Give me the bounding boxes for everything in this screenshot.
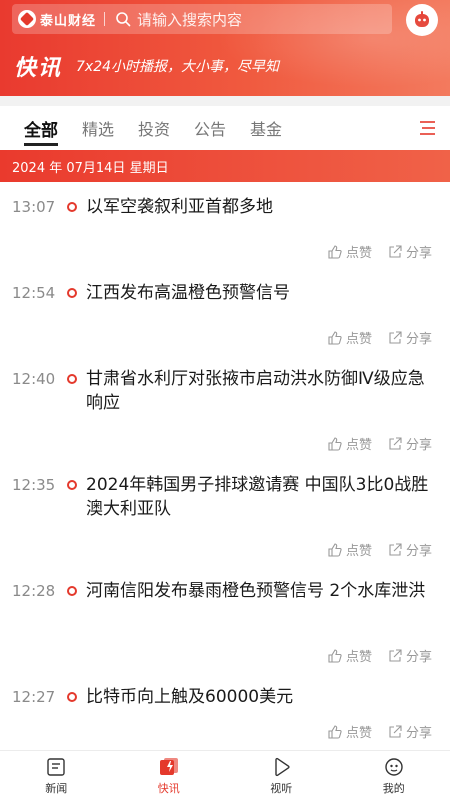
item-text[interactable]: 河南信阳发布暴雨橙色预警信号 2个水库泄洪	[86, 579, 432, 603]
list-item[interactable]: 13:07 以军空袭叙利亚首都多地 点赞 分享	[0, 182, 450, 268]
app-root: 泰山财经 请输入搜索内容 快讯 7x24小时播报，大小事，尽早知 全部 精选 投…	[0, 0, 450, 800]
category-tabs: 全部 精选 投资 公告 基金	[0, 106, 450, 150]
news-icon	[47, 757, 65, 776]
timeline-dot	[67, 692, 77, 702]
share-icon	[389, 542, 402, 556]
list-item[interactable]: 12:35 2024年韩国男子排球邀请赛 中国队3比0战胜澳大利亚队 点赞 分享	[0, 460, 450, 566]
item-time: 12:54	[12, 284, 56, 302]
play-icon	[275, 757, 290, 776]
item-actions: 点赞 分享	[312, 646, 432, 665]
search-input[interactable]: 请输入搜索内容	[137, 9, 242, 30]
tab-all[interactable]: 全部	[24, 106, 58, 150]
logo: 泰山财经	[12, 4, 96, 34]
item-time: 13:07	[12, 198, 56, 216]
nav-news-label: 新闻	[45, 781, 68, 795]
share-icon	[389, 724, 402, 738]
item-text[interactable]: 2024年韩国男子排球邀请赛 中国队3比0战胜澳大利亚队	[86, 473, 432, 521]
timeline-dot	[67, 288, 77, 298]
share-button[interactable]: 分享	[388, 722, 432, 741]
share-icon	[389, 648, 402, 662]
thumbs-up-icon	[328, 436, 342, 451]
like-button[interactable]: 点赞	[328, 722, 372, 741]
item-text[interactable]: 比特币向上触及60000美元	[86, 685, 432, 709]
item-text[interactable]: 以军空袭叙利亚首都多地	[86, 195, 432, 219]
tab-featured[interactable]: 精选	[82, 106, 114, 150]
tab-fund[interactable]: 基金	[250, 106, 282, 150]
logo-text: 泰山财经	[40, 13, 97, 29]
item-time: 12:27	[12, 688, 56, 706]
item-actions: 点赞 分享	[312, 722, 432, 741]
thumbs-up-icon	[328, 648, 342, 663]
thumbs-up-icon	[328, 724, 342, 739]
search-icon	[116, 12, 131, 27]
nav-news[interactable]: 新闻	[0, 751, 113, 800]
nav-video[interactable]: 视听	[225, 751, 338, 800]
list-item[interactable]: 12:54 江西发布高温橙色预警信号 点赞 分享	[0, 268, 450, 354]
profile-icon	[385, 757, 403, 776]
logo-icon	[18, 10, 36, 28]
share-icon	[389, 244, 402, 258]
date-bar: 2024 年 07月14日 星期日	[0, 150, 450, 182]
share-icon	[389, 330, 402, 344]
page-title: 快讯	[14, 56, 63, 81]
nav-profile-label: 我的	[382, 781, 405, 795]
section-gap	[0, 96, 450, 106]
share-button[interactable]: 分享	[388, 646, 432, 665]
item-time: 12:35	[12, 476, 56, 494]
like-button[interactable]: 点赞	[328, 328, 372, 347]
thumbs-up-icon	[328, 244, 342, 259]
share-button[interactable]: 分享	[388, 242, 432, 261]
menu-icon[interactable]	[418, 120, 436, 136]
item-text[interactable]: 甘肃省水利厅对张掖市启动洪水防御Ⅳ级应急响应	[86, 367, 432, 415]
page-subtitle: 7x24小时播报，大小事，尽早知	[76, 59, 280, 75]
tab-announcement[interactable]: 公告	[194, 106, 226, 150]
item-actions: 点赞 分享	[312, 328, 432, 347]
news-feed: 13:07 以军空袭叙利亚首都多地 点赞 分享 12:54 江西发布高温橙色预警…	[0, 182, 450, 750]
share-button[interactable]: 分享	[388, 328, 432, 347]
like-button[interactable]: 点赞	[328, 242, 372, 261]
share-icon	[389, 436, 402, 450]
like-button[interactable]: 点赞	[328, 434, 372, 453]
item-actions: 点赞 分享	[312, 540, 432, 559]
robot-icon	[415, 11, 429, 27]
item-actions: 点赞 分享	[312, 434, 432, 453]
nav-video-label: 视听	[270, 781, 293, 795]
header: 泰山财经 请输入搜索内容 快讯 7x24小时播报，大小事，尽早知	[0, 0, 450, 96]
avatar-button[interactable]	[406, 4, 438, 36]
item-time: 12:28	[12, 582, 56, 600]
like-button[interactable]: 点赞	[328, 540, 372, 559]
bottom-nav: 新闻 快讯 视听 我的	[0, 750, 450, 800]
share-button[interactable]: 分享	[388, 434, 432, 453]
share-button[interactable]: 分享	[388, 540, 432, 559]
tab-invest[interactable]: 投资	[138, 106, 170, 150]
timeline-dot	[67, 374, 77, 384]
nav-flash-label: 快讯	[157, 781, 180, 795]
item-time: 12:40	[12, 370, 56, 388]
like-button[interactable]: 点赞	[328, 646, 372, 665]
nav-profile[interactable]: 我的	[338, 751, 450, 800]
search-divider	[104, 12, 106, 26]
timeline-dot	[67, 586, 77, 596]
list-item[interactable]: 12:28 河南信阳发布暴雨橙色预警信号 2个水库泄洪 点赞 分享	[0, 566, 450, 672]
flash-icon	[159, 757, 178, 775]
timeline-dot	[67, 480, 77, 490]
thumbs-up-icon	[328, 330, 342, 345]
list-item[interactable]: 12:40 甘肃省水利厅对张掖市启动洪水防御Ⅳ级应急响应 点赞 分享	[0, 354, 450, 460]
nav-flash[interactable]: 快讯	[113, 751, 226, 800]
thumbs-up-icon	[328, 542, 342, 557]
item-text[interactable]: 江西发布高温橙色预警信号	[86, 281, 432, 305]
item-actions: 点赞 分享	[312, 242, 432, 261]
search-bar[interactable]: 泰山财经 请输入搜索内容	[12, 4, 392, 34]
timeline-dot	[67, 202, 77, 212]
list-item[interactable]: 12:27 比特币向上触及60000美元 点赞 分享	[0, 672, 450, 750]
